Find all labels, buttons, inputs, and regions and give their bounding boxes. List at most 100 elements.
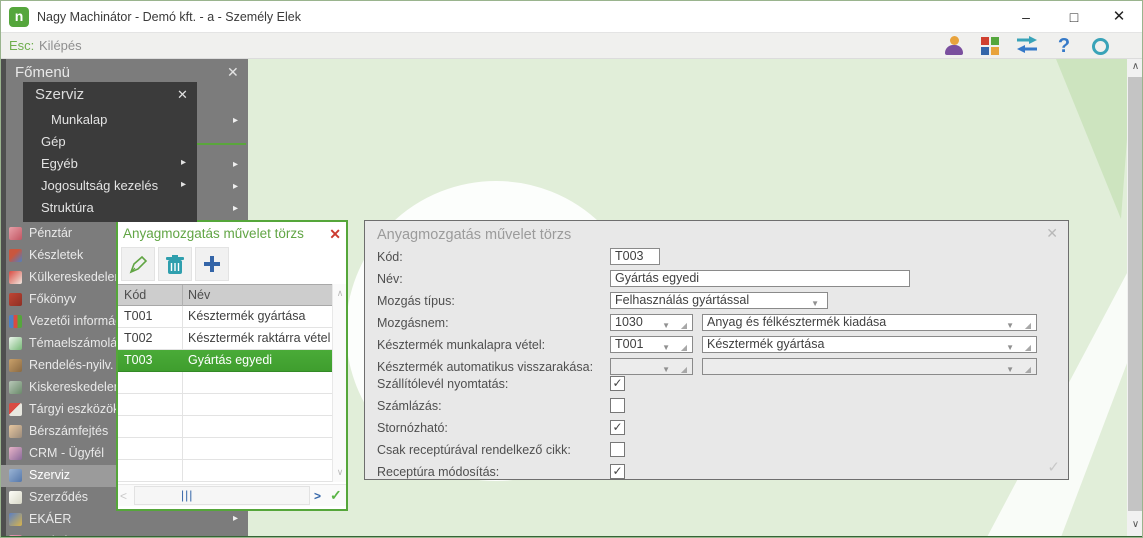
mozgasnem-code-combo[interactable]: 1030 ▼ ◢ <box>610 314 693 331</box>
circle-logo-icon[interactable] <box>1086 35 1114 57</box>
submenu-arrow-icon: ▸ <box>233 159 239 170</box>
szamlazas-label: Számlázás: <box>377 399 442 413</box>
chevron-down-icon[interactable]: ▼ <box>662 318 670 333</box>
edit-button[interactable] <box>121 247 155 281</box>
visszarakas-code-combo[interactable]: ▼ ◢ <box>610 358 693 375</box>
app-vertical-scrollbar[interactable]: ∧ ∨ <box>1127 59 1142 536</box>
chevron-down-icon[interactable]: ▼ <box>1006 340 1014 355</box>
submenu-arrow-icon: ▸ <box>233 203 239 214</box>
nev-label: Név: <box>377 272 403 286</box>
sidebar-item-ekaer[interactable]: EKÁER ▸ <box>1 509 248 531</box>
mozgasnem-name-combo[interactable]: Anyag és félkésztermék kiadása ▼ ◢ <box>702 314 1037 331</box>
column-header-nev[interactable]: Név <box>188 288 210 302</box>
inventory-icon <box>9 249 22 262</box>
background-wedge-decoration <box>1056 59 1133 219</box>
visszarakas-name-combo[interactable]: ▼ ◢ <box>702 358 1037 375</box>
bar-chart-icon <box>9 315 22 328</box>
cash-register-icon <box>9 227 22 240</box>
szerviz-close-icon[interactable]: ✕ <box>177 87 188 103</box>
chevron-right-icon: ▸ <box>233 513 239 524</box>
fomenu-close-icon[interactable]: ✕ <box>227 64 239 81</box>
chevron-down-icon[interactable]: ▼ <box>662 340 670 355</box>
szallitolevel-checkbox[interactable]: ✓ <box>610 376 625 391</box>
help-icon[interactable]: ? <box>1050 35 1078 57</box>
receptura-modositas-checkbox[interactable]: ✓ <box>610 464 625 479</box>
maximize-button[interactable]: □ <box>1051 1 1097 33</box>
munkalapra-name-combo[interactable]: Késztermék gyártása ▼ ◢ <box>702 336 1037 353</box>
modules-grid-icon[interactable] <box>976 35 1004 57</box>
scroll-up-icon[interactable]: ∧ <box>1127 59 1142 75</box>
operations-close-icon[interactable]: ✕ <box>329 226 341 243</box>
szerviz-submenu: Szerviz ✕ Munkalap Gép Egyéb ▸ Jogosults… <box>23 82 197 222</box>
combo-corner-icon[interactable]: ◢ <box>681 340 687 355</box>
minimize-button[interactable]: – <box>1003 1 1049 33</box>
table-row[interactable]: T002 Késztermék raktárra vétel <box>118 328 332 350</box>
transfer-arrows-icon[interactable] <box>1014 35 1042 57</box>
fomenu-title: Főmenü <box>15 64 71 81</box>
szallitolevel-label: Szállítólevél nyomtatás: <box>377 377 509 391</box>
combo-corner-icon[interactable]: ◢ <box>1025 340 1031 355</box>
chevron-down-icon[interactable]: ▼ <box>1006 318 1014 333</box>
detail-close-icon[interactable]: ✕ <box>1046 225 1058 242</box>
chevron-right-icon: ▸ <box>181 157 187 168</box>
chevron-down-icon[interactable]: ▼ <box>811 296 819 311</box>
scroll-up-icon[interactable]: ∧ <box>333 288 347 299</box>
combo-corner-icon[interactable]: ◢ <box>1025 318 1031 333</box>
scroll-right-icon[interactable]: > <box>314 489 321 503</box>
menu-item-egyeb[interactable]: Egyéb ▸ <box>23 153 197 175</box>
column-header-kod[interactable]: Kód <box>124 288 146 302</box>
receptura-modositas-label: Receptúra módosítás: <box>377 465 500 479</box>
table-row[interactable]: T001 Késztermék gyártása <box>118 306 332 328</box>
scrollbar-thumb[interactable] <box>1128 77 1142 511</box>
hscrollbar-thumb[interactable]: ||| <box>134 486 310 505</box>
add-button[interactable] <box>195 247 229 281</box>
confirm-check-icon[interactable]: ✓ <box>330 487 342 504</box>
scrollbar-grip-icon: ||| <box>181 488 194 502</box>
chevron-down-icon[interactable]: ▼ <box>662 362 670 377</box>
stornozhato-checkbox[interactable]: ✓ <box>610 420 625 435</box>
user-icon-head <box>950 36 959 45</box>
receptura-cikk-label: Csak receptúrával rendelkező cikk: <box>377 443 571 457</box>
user-icon[interactable] <box>940 35 968 57</box>
trash-icon <box>166 255 184 274</box>
scroll-down-icon[interactable]: ∨ <box>1127 517 1142 533</box>
scroll-down-icon[interactable]: ∨ <box>333 467 347 478</box>
kod-field[interactable]: T003 <box>610 248 660 265</box>
combo-corner-icon[interactable]: ◢ <box>681 318 687 333</box>
nev-field[interactable]: Gyártás egyedi <box>610 270 910 287</box>
crm-people-icon <box>9 447 22 460</box>
table-vertical-scrollbar[interactable]: ∧ ∨ <box>332 284 346 482</box>
package-icon <box>9 359 22 372</box>
table-row-empty[interactable] <box>118 438 332 460</box>
chevron-down-icon[interactable]: ▼ <box>1006 362 1014 377</box>
kod-label: Kód: <box>377 250 403 264</box>
scroll-left-icon[interactable]: < <box>120 489 127 503</box>
table-horizontal-scrollbar[interactable]: < ||| > ✓ <box>118 484 346 506</box>
table-row-selected[interactable]: T003 Gyártás egyedi <box>118 350 332 372</box>
munkalapra-label: Késztermék munkalapra vétel: <box>377 338 546 352</box>
menu-item-gep[interactable]: Gép <box>23 131 197 153</box>
mozgas-tipus-select[interactable]: Felhasználás gyártással ▼ <box>610 292 828 309</box>
mozgas-tipus-label: Mozgás típus: <box>377 294 455 308</box>
szerviz-submenu-title: Szerviz <box>35 86 85 103</box>
table-row-empty[interactable] <box>118 372 332 394</box>
esc-action-label[interactable]: Kilépés <box>39 38 82 53</box>
munkalapra-code-combo[interactable]: T001 ▼ ◢ <box>610 336 693 353</box>
menu-item-jogosultsag-kezeles[interactable]: Jogosultság kezelés ▸ <box>23 175 197 197</box>
menu-item-struktura[interactable]: Struktúra <box>23 197 197 219</box>
combo-corner-icon[interactable]: ◢ <box>1025 362 1031 377</box>
delete-button[interactable] <box>158 247 192 281</box>
table-row-empty[interactable] <box>118 394 332 416</box>
close-button[interactable]: ✕ <box>1096 1 1142 33</box>
combo-corner-icon[interactable]: ◢ <box>681 362 687 377</box>
app-window: n Nagy Machinátor - Demó kft. - a - Szem… <box>0 0 1143 538</box>
table-row-empty[interactable] <box>118 416 332 438</box>
ledger-icon <box>9 293 22 306</box>
service-tools-icon <box>9 469 22 482</box>
szamlazas-checkbox[interactable] <box>610 398 625 413</box>
menu-item-munkalap[interactable]: Munkalap <box>23 109 197 131</box>
foreign-trade-icon <box>9 271 22 284</box>
retail-icon <box>9 381 22 394</box>
receptura-cikk-checkbox[interactable] <box>610 442 625 457</box>
table-row-empty[interactable] <box>118 460 332 482</box>
